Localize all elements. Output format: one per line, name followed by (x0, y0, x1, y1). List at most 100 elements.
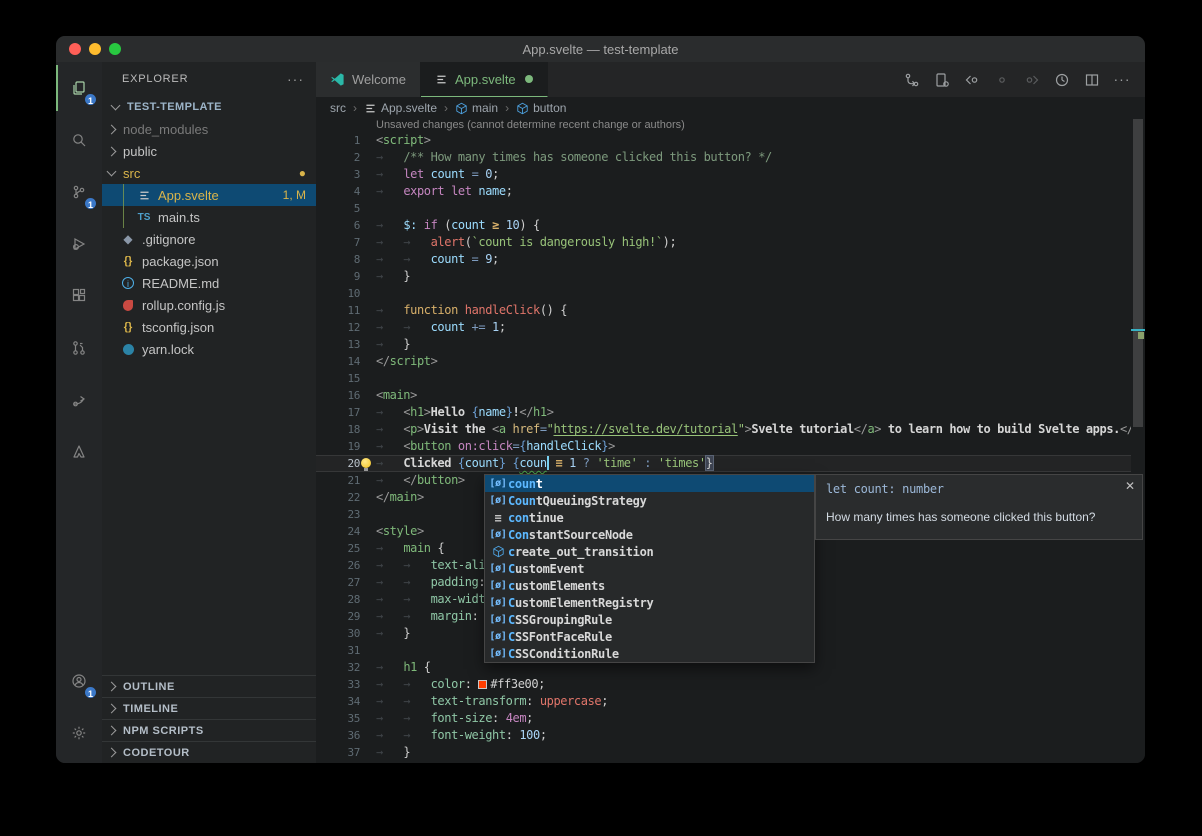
line-number: 10 (316, 285, 360, 302)
activity-item-extensions[interactable] (56, 270, 102, 322)
suggestion-countqueuingstrategy[interactable]: [ø]CountQueuingStrategy (485, 492, 814, 509)
code-line-13: 13→ } (316, 336, 1131, 353)
code-line-4: 4→ export let name; (316, 183, 1131, 200)
chevron-right-icon (107, 146, 117, 156)
tree-item-rollup-config-js[interactable]: rollup.config.js (102, 294, 316, 316)
suggestion-create_out_transition[interactable]: create_out_transition (485, 543, 814, 560)
section-timeline[interactable]: TIMELINE (102, 697, 316, 719)
tree-item-tsconfig-json[interactable]: {}tsconfig.json (102, 316, 316, 338)
overview-ruler-mark (1131, 329, 1145, 331)
line-number: 7 (316, 234, 360, 251)
tree-item-src[interactable]: src● (102, 162, 316, 184)
file-label: main.ts (158, 210, 200, 225)
line-number: 2 (316, 149, 360, 166)
badge: 1 (83, 685, 98, 700)
lightbulb-icon[interactable] (361, 458, 371, 468)
activity-item-liveshare[interactable] (56, 374, 102, 426)
suggestion-label: CSSGroupingRule (508, 613, 612, 627)
nav-forward-button[interactable] (1017, 67, 1047, 93)
breadcrumb-item-app-svelte[interactable]: App.svelte (364, 101, 437, 115)
editor-tab-bar: Welcome App.svelte ··· (316, 62, 1145, 97)
editor-scrollbar[interactable] (1131, 119, 1145, 763)
vscode-window: App.svelte — test-template 11 1 EXPLORER… (56, 36, 1145, 763)
line-number: 8 (316, 251, 360, 268)
tree-item-main-ts[interactable]: TSmain.ts (102, 206, 316, 228)
overview-ruler-mark-2 (1138, 332, 1144, 339)
suggestion-constantsourcenode[interactable]: [ø]ConstantSourceNode (485, 526, 814, 543)
activity-item-search[interactable] (56, 114, 102, 166)
line-number: 24 (316, 523, 360, 540)
nav-back-button[interactable] (957, 67, 987, 93)
more-actions-button[interactable]: ··· (1107, 67, 1137, 93)
open-changes-button[interactable] (927, 67, 957, 93)
tree-item-node-modules[interactable]: node_modules (102, 118, 316, 140)
suggestion-label: CountQueuingStrategy (508, 494, 647, 508)
workspace-root-folder[interactable]: TEST-TEMPLATE (102, 96, 316, 118)
settings-icon (71, 725, 87, 741)
liveshare-icon (71, 392, 87, 408)
suggestion-customelements[interactable]: [ø]customElements (485, 577, 814, 594)
suggestion-count[interactable]: [ø]count (485, 475, 814, 492)
chevron-right-icon (107, 704, 117, 714)
tab-label: App.svelte (455, 72, 516, 87)
code-editor[interactable]: Unsaved changes (cannot determine recent… (316, 119, 1131, 763)
codelens-annotation[interactable]: Unsaved changes (cannot determine recent… (316, 119, 1131, 132)
code-line-1: 1<script> (316, 132, 1131, 149)
suggestion-customevent[interactable]: [ø]CustomEvent (485, 560, 814, 577)
suggestion-customelementregistry[interactable]: [ø]CustomElementRegistry (485, 594, 814, 611)
tab-app-svelte[interactable]: App.svelte (421, 62, 548, 97)
git-graph-button[interactable] (897, 67, 927, 93)
section-codetour[interactable]: CODETOUR (102, 741, 316, 763)
section-outline[interactable]: OUTLINE (102, 675, 316, 697)
activity-item-settings[interactable] (56, 707, 102, 759)
tree-item-package-json[interactable]: {}package.json (102, 250, 316, 272)
breadcrumb-item-main[interactable]: main (455, 101, 498, 115)
open-changes-icon (934, 72, 950, 88)
activity-item-github-pr[interactable] (56, 322, 102, 374)
file-label: README.md (142, 276, 219, 291)
line-number: 17 (316, 404, 360, 421)
tree-item-app-svelte[interactable]: App.svelte1, M (102, 184, 316, 206)
indent-guide (123, 184, 124, 228)
nav-forward-icon (1024, 72, 1040, 88)
suggestion-cssconditionrule[interactable]: [ø]CSSConditionRule (485, 645, 814, 662)
split-editor-button[interactable] (1077, 67, 1107, 93)
badge: 1 (83, 196, 98, 211)
activity-item-run-debug[interactable] (56, 218, 102, 270)
line-number: 34 (316, 693, 360, 710)
nav-dot-button[interactable] (987, 67, 1017, 93)
line-number: 29 (316, 608, 360, 625)
section-npm-scripts[interactable]: NPM SCRIPTS (102, 719, 316, 741)
file-label: rollup.config.js (142, 298, 225, 313)
breadcrumb-item-button[interactable]: button (516, 101, 566, 115)
tree-item--gitignore[interactable]: ◆.gitignore (102, 228, 316, 250)
cube-icon (455, 102, 468, 115)
tab-welcome[interactable]: Welcome (316, 62, 421, 97)
tree-item-readme-md[interactable]: iREADME.md (102, 272, 316, 294)
activity-item-accounts[interactable]: 1 (56, 655, 102, 707)
suggestion-cssfontfacerule[interactable]: [ø]CSSFontFaceRule (485, 628, 814, 645)
line-number: 3 (316, 166, 360, 183)
line-number: 33 (316, 676, 360, 693)
svelte-icon (364, 102, 377, 115)
code-line-18: 18→ <p>Visit the <a href="https://svelte… (316, 421, 1131, 438)
run-icon (1054, 72, 1070, 88)
suggestion-cssgroupingrule[interactable]: [ø]CSSGroupingRule (485, 611, 814, 628)
activity-item-azure[interactable] (56, 426, 102, 478)
line-number: 22 (316, 489, 360, 506)
tree-item-yarn-lock[interactable]: yarn.lock (102, 338, 316, 360)
suggestion-label: ConstantSourceNode (508, 528, 633, 542)
activity-item-source-control[interactable]: 1 (56, 166, 102, 218)
run-button[interactable] (1047, 67, 1077, 93)
breadcrumb-item-src[interactable]: src (330, 101, 346, 115)
file-label: .gitignore (142, 232, 195, 247)
editor-group[interactable]: WelcomeApp.svelte ··· src›App.svelte›mai… (316, 62, 1145, 763)
tree-item-public[interactable]: public (102, 140, 316, 162)
line-number: 20 (316, 455, 360, 472)
scrollbar-slider[interactable] (1133, 119, 1143, 427)
suggestion-continue[interactable]: ≡continue (485, 509, 814, 526)
close-icon[interactable]: ✕ (1125, 479, 1135, 493)
activity-item-explorer[interactable]: 1 (56, 62, 102, 114)
code-line-34: 34→ → text-transform: uppercase; (316, 693, 1131, 710)
explorer-more-actions-button[interactable]: ··· (287, 71, 304, 87)
